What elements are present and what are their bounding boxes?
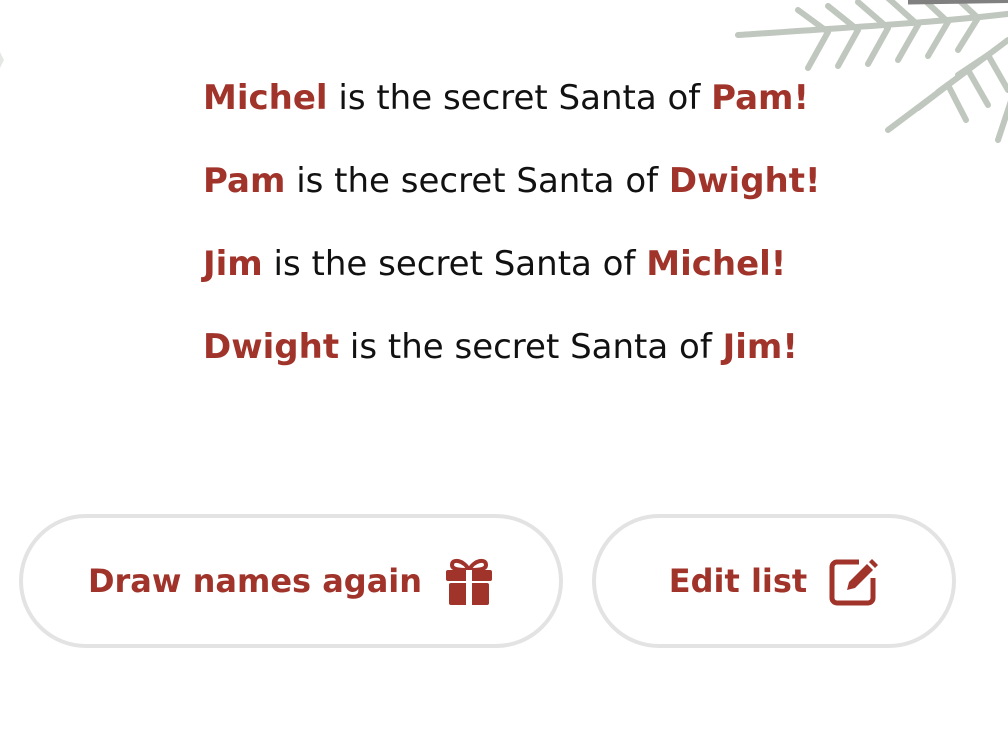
result-text: is the secret Santa of — [285, 161, 669, 201]
edit-list-button[interactable]: Edit list — [592, 514, 956, 648]
result-text: is the secret Santa of — [262, 244, 647, 284]
result-text: is the secret Santa of — [327, 78, 712, 118]
giver-name: Michel — [203, 78, 328, 118]
receiver-name: Jim! — [722, 327, 798, 367]
giver-name: Dwight — [203, 327, 340, 367]
gift-icon — [446, 558, 493, 605]
result-line: Michel is the secret Santa of Pam! — [203, 74, 821, 122]
secret-santa-results: Michel is the secret Santa of Pam! Pam i… — [203, 74, 821, 406]
result-line: Pam is the secret Santa of Dwight! — [203, 157, 821, 205]
giver-name: Jim — [203, 244, 263, 284]
result-line: Dwight is the secret Santa of Jim! — [203, 323, 821, 371]
draw-names-again-label: Draw names again — [87, 562, 423, 600]
receiver-name: Dwight! — [668, 161, 821, 201]
edit-icon — [829, 559, 879, 606]
edit-list-label: Edit list — [668, 562, 808, 600]
draw-names-again-button[interactable]: Draw names again — [19, 514, 563, 648]
giver-name: Pam — [203, 161, 286, 201]
result-text: is the secret Santa of — [339, 327, 723, 367]
result-line: Jim is the secret Santa of Michel! — [203, 240, 821, 288]
receiver-name: Pam! — [711, 78, 809, 118]
branch-edge-decoration — [0, 52, 4, 68]
receiver-name: Michel! — [646, 244, 787, 284]
